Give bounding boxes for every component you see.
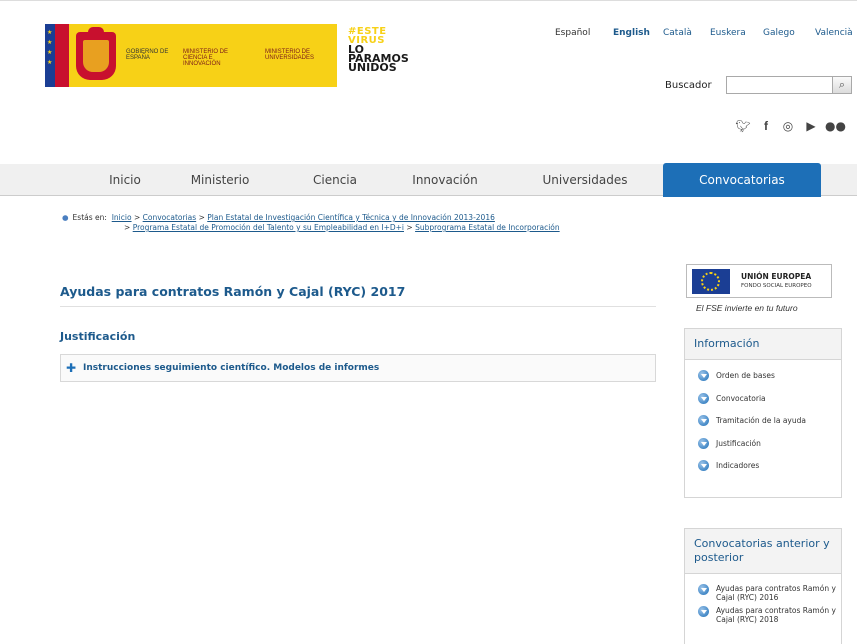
top-divider (0, 0, 857, 1)
prev-next-panel-title: Convocatorias anterior y posterior (685, 529, 841, 574)
search-button[interactable]: ⌕ (832, 76, 852, 94)
nav-convocatorias[interactable]: Convocatorias (663, 163, 821, 197)
arrow-circle-icon (698, 415, 709, 426)
language-selector: Español English Català Euskera Galego Va… (555, 28, 855, 42)
info-links: Orden de bases Convocatoria Tramitación … (685, 360, 841, 483)
info-link-label[interactable]: Tramitación de la ayuda (716, 416, 806, 425)
breadcrumb-separator: > (133, 213, 141, 222)
prev-next-panel: Convocatorias anterior y posterior Ayuda… (684, 528, 842, 644)
breadcrumb-prefix: Estás en: (72, 213, 107, 222)
info-link-justificacion[interactable]: Justificación (698, 437, 841, 461)
info-link-label[interactable]: Justificación (716, 439, 761, 448)
search-label: Buscador (665, 80, 712, 91)
instagram-icon[interactable]: ◎ (780, 118, 796, 134)
breadcrumb-programa-estatal[interactable]: Programa Estatal de Promoción del Talent… (133, 223, 404, 232)
youtube-icon[interactable]: ▶ (803, 118, 819, 134)
info-link-label[interactable]: Orden de bases (716, 371, 775, 380)
magnifier-icon: ⌕ (838, 78, 846, 91)
arrow-circle-icon (698, 606, 709, 617)
campaign-logo: #ESTE VIRUS LO PARAMOS UNIDOS (348, 27, 438, 74)
lang-galego[interactable]: Galego (763, 28, 795, 38)
lang-euskera[interactable]: Euskera (710, 28, 746, 38)
nav-inicio[interactable]: Inicio (95, 164, 155, 196)
info-link-tramitacion[interactable]: Tramitación de la ayuda (698, 415, 841, 438)
breadcrumb-separator: > (198, 213, 205, 222)
logo-ministerio-ciencia-text: MINISTERIO DE CIENCIA E INNOVACIÓN (183, 49, 229, 67)
next-link-ryc-2018[interactable]: Ayudas para contratos Ramón y Cajal (RYC… (698, 606, 841, 628)
logo-gobierno-text: GOBIERNO DE ESPAÑA (126, 49, 169, 61)
logo-ministerio-universidades-text: MINISTERIO DE UNIVERSIDADES (265, 49, 315, 61)
breadcrumb-inicio[interactable]: Inicio (112, 213, 132, 222)
nav-ciencia[interactable]: Ciencia (300, 164, 370, 196)
arrow-circle-icon (698, 392, 709, 404)
plus-icon: ✚ (66, 361, 77, 375)
facebook-icon[interactable]: f (758, 118, 774, 134)
next-link-label[interactable]: Ayudas para contratos Ramón y Cajal (RYC… (716, 606, 836, 624)
breadcrumb-separator: > (406, 223, 413, 232)
nav-universidades[interactable]: Universidades (530, 164, 640, 196)
eu-title: UNIÓN EUROPEA (741, 272, 812, 281)
breadcrumb-subprograma[interactable]: Subprograma Estatal de Incorporación (415, 223, 560, 232)
prev-next-links: Ayudas para contratos Ramón y Cajal (RYC… (685, 574, 841, 628)
campaign-line-5: UNIDOS (348, 61, 397, 74)
section-heading: Justificación (60, 330, 136, 343)
arrow-circle-icon (698, 584, 709, 595)
accordion-item[interactable]: ✚ Instrucciones seguimiento científico. … (60, 354, 656, 382)
arrow-circle-icon (698, 460, 709, 471)
arrow-circle-icon (698, 370, 709, 381)
info-link-indicadores[interactable]: Indicadores (698, 460, 841, 483)
info-link-convocatoria[interactable]: Convocatoria (698, 392, 841, 416)
nav-innovacion[interactable]: Innovación (405, 164, 485, 196)
info-link-label[interactable]: Convocatoria (716, 394, 766, 403)
search-input[interactable] (726, 76, 832, 94)
government-logo[interactable]: ★ ★ ★ ★ GOBIERNO DE ESPAÑA MINISTERIO DE CI… (45, 24, 337, 87)
accordion-label[interactable]: Instrucciones seguimiento científico. Mo… (83, 363, 379, 373)
eu-subtitle: FONDO SOCIAL EUROPEO (741, 283, 812, 289)
lang-english[interactable]: English (613, 28, 650, 38)
lang-valencia[interactable]: Valencià (815, 28, 853, 38)
coat-of-arms-icon (76, 27, 116, 80)
info-panel: Información Orden de bases Convocatoria … (684, 328, 842, 498)
bullet-icon: ● (62, 213, 69, 222)
breadcrumb-separator: > (124, 223, 131, 232)
twitter-icon[interactable]: 🐦︎ (735, 118, 751, 134)
flickr-icon[interactable]: ●● (825, 118, 846, 134)
lang-espanol[interactable]: Español (555, 28, 590, 38)
prev-link-label[interactable]: Ayudas para contratos Ramón y Cajal (RYC… (716, 584, 836, 602)
prev-link-ryc-2016[interactable]: Ayudas para contratos Ramón y Cajal (RYC… (698, 584, 841, 606)
info-panel-title: Información (685, 329, 841, 360)
breadcrumb: ● Estás en: Inicio > Convocatorias > Plan… (62, 213, 622, 233)
info-link-orden-bases[interactable]: Orden de bases (698, 370, 841, 393)
arrow-circle-icon (698, 437, 709, 449)
social-links: 🐦︎ f ◎ ▶ ●● (735, 118, 855, 134)
eu-tagline: El FSE invierte en tu futuro (696, 303, 798, 313)
breadcrumb-plan-estatal[interactable]: Plan Estatal de Investigación Científica… (207, 213, 495, 222)
main-nav: Inicio Ministerio Ciencia Innovación Uni… (0, 163, 857, 197)
page-title: Ayudas para contratos Ramón y Cajal (RYC… (60, 284, 406, 299)
eu-flag-icon (692, 269, 730, 294)
title-divider (60, 306, 656, 307)
info-link-label[interactable]: Indicadores (716, 461, 759, 470)
eu-fse-logo[interactable]: UNIÓN EUROPEA FONDO SOCIAL EUROPEO (686, 264, 832, 298)
breadcrumb-convocatorias[interactable]: Convocatorias (143, 213, 197, 222)
eu-spain-flag-icon: ★ ★ ★ ★ (45, 24, 69, 87)
lang-catala[interactable]: Català (663, 28, 692, 38)
nav-ministerio[interactable]: Ministerio (180, 164, 260, 196)
